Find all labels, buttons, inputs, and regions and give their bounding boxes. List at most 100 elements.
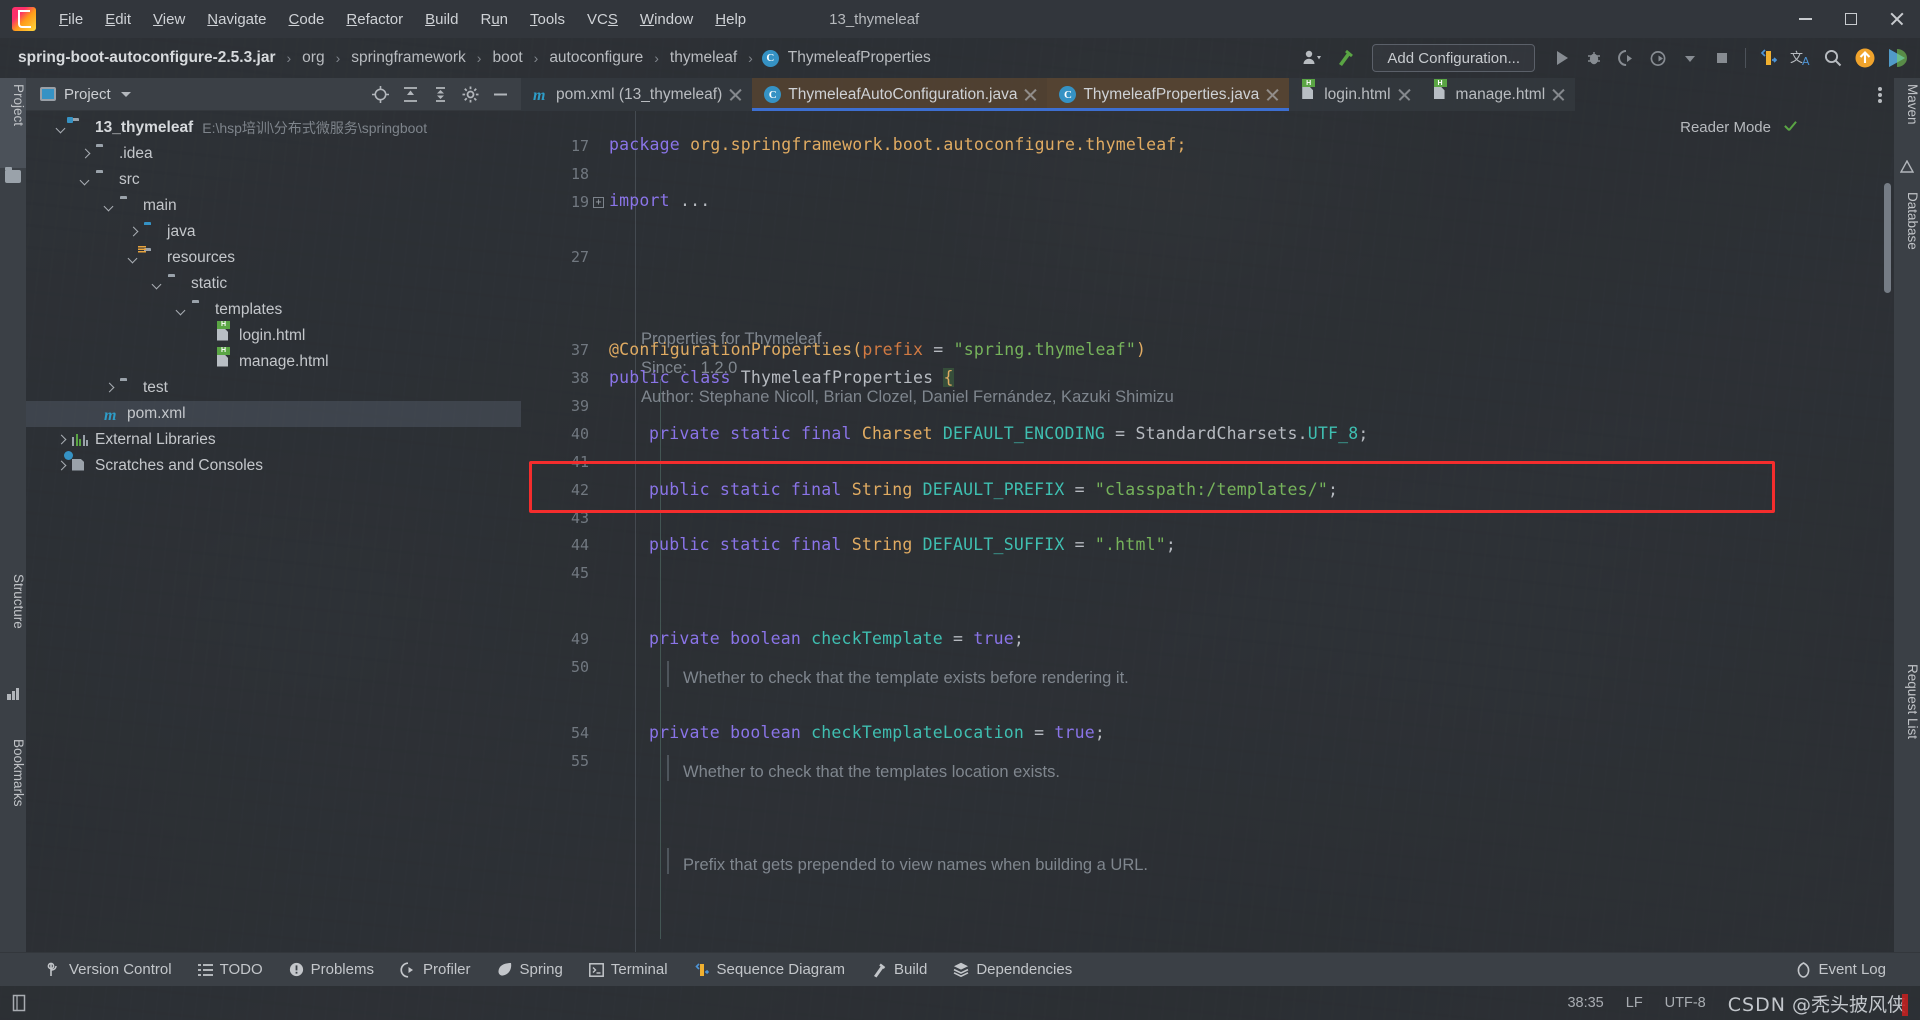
tab-close-icon[interactable] — [1266, 88, 1279, 101]
menu-vcs[interactable]: VCS — [576, 8, 629, 31]
tab-close-icon[interactable] — [729, 88, 742, 101]
menu-navigate[interactable]: Navigate — [196, 8, 277, 31]
layout-icon[interactable] — [10, 993, 28, 1013]
update-project-icon[interactable] — [1850, 43, 1880, 73]
chevron-down-icon[interactable] — [80, 175, 91, 186]
minimize-button[interactable] — [1782, 0, 1828, 38]
tree-item-idea[interactable]: .idea — [26, 141, 521, 167]
tree-item-templates[interactable]: templates — [26, 297, 521, 323]
tool-window-build[interactable]: Build — [858, 953, 940, 987]
chevron-down-icon[interactable] — [152, 279, 163, 290]
breadcrumb-item-springframework[interactable]: springframework — [349, 48, 468, 68]
tab-login-html[interactable]: H login.html — [1289, 78, 1421, 111]
tab-manage-html[interactable]: H manage.html — [1420, 78, 1576, 111]
collapse-all-icon[interactable] — [427, 81, 453, 107]
chevron-right-icon[interactable] — [104, 383, 115, 394]
editor-vertical-scrollbar[interactable] — [1884, 183, 1891, 293]
ide-feature-icon[interactable] — [1882, 43, 1912, 73]
tree-item-external-libraries[interactable]: External Libraries — [26, 427, 521, 453]
sequence-diagram-icon[interactable] — [1754, 43, 1784, 73]
add-configuration-button[interactable]: Add Configuration... — [1372, 44, 1535, 72]
tab-overflow-menu-icon[interactable] — [1866, 78, 1894, 111]
tab-close-icon[interactable] — [1024, 88, 1037, 101]
menu-code[interactable]: Code — [278, 8, 336, 31]
run-with-coverage-icon[interactable] — [1611, 43, 1641, 73]
translate-icon[interactable]: 文 A — [1786, 43, 1816, 73]
chevron-down-icon[interactable] — [128, 253, 139, 264]
menu-run[interactable]: Run — [469, 8, 519, 31]
chevron-down-icon[interactable] — [104, 201, 115, 212]
project-view-chevron-down-icon[interactable] — [120, 91, 131, 97]
tree-item-src[interactable]: src — [26, 167, 521, 193]
tab-close-icon[interactable] — [1398, 88, 1411, 101]
menu-file[interactable]: File — [48, 8, 94, 31]
code-editor[interactable]: Reader Mode 17 18 19 27 37 38 39 40 41 4… — [521, 111, 1894, 968]
tool-window-profiler[interactable]: Profiler — [387, 953, 484, 987]
settings-gear-icon[interactable] — [457, 81, 483, 107]
tree-item-static[interactable]: static — [26, 271, 521, 297]
fold-expand-icon[interactable]: + — [593, 197, 604, 208]
hide-panel-icon[interactable] — [487, 81, 513, 107]
breadcrumb-item-boot[interactable]: boot — [490, 48, 524, 68]
locate-icon[interactable] — [367, 81, 393, 107]
chevron-down-icon[interactable] — [1675, 43, 1705, 73]
maximize-button[interactable] — [1828, 0, 1874, 38]
sidebar-item-request-list[interactable]: Request List — [1894, 658, 1920, 778]
breadcrumb-item-thymeleaf[interactable]: thymeleaf — [668, 48, 739, 68]
tab-close-icon[interactable] — [1552, 88, 1565, 101]
tab-thymeleaf-properties[interactable]: C ThymeleafProperties.java — [1047, 78, 1290, 111]
tree-item-main[interactable]: main — [26, 193, 521, 219]
tab-thymeleaf-auto-configuration[interactable]: C ThymeleafAutoConfiguration.java — [752, 78, 1048, 111]
tool-window-terminal[interactable]: Terminal — [576, 953, 681, 987]
tree-item-13-thymeleaf[interactable]: 13_thymeleaf E:\hsp培训\分布式微服务\springboot — [26, 115, 521, 141]
tree-item-login-html[interactable]: H login.html — [26, 320, 521, 349]
reader-mode-indicator[interactable]: Reader Mode — [1680, 119, 1798, 136]
breadcrumb-item-jar[interactable]: spring-boot-autoconfigure-2.5.3.jar — [16, 48, 277, 68]
tree-item-test[interactable]: test — [26, 375, 521, 401]
tool-window-sequence-diagram[interactable]: Sequence Diagram — [681, 953, 858, 987]
stop-icon[interactable] — [1707, 43, 1737, 73]
breadcrumb-item-class[interactable]: ThymeleafProperties — [786, 48, 933, 68]
tool-window-spring[interactable]: Spring — [484, 953, 576, 987]
close-button[interactable] — [1874, 0, 1920, 38]
tool-window-dependencies[interactable]: Dependencies — [940, 953, 1085, 987]
sidebar-item-project[interactable]: Project — [0, 78, 26, 168]
menu-build[interactable]: Build — [414, 8, 469, 31]
tree-item-scratches-and-consoles[interactable]: Scratches and Consoles — [26, 450, 521, 479]
tree-item-resources[interactable]: resources — [26, 245, 521, 271]
editor-gutter[interactable]: 17 18 19 27 37 38 39 40 41 42 43 44 45 4… — [521, 111, 607, 968]
user-dropdown-icon[interactable] — [1298, 43, 1328, 73]
menu-help[interactable]: Help — [704, 8, 757, 31]
menu-refactor[interactable]: Refactor — [335, 8, 414, 31]
build-hammer-icon[interactable] — [1330, 43, 1360, 73]
menu-view[interactable]: View — [142, 8, 196, 31]
chevron-down-icon[interactable] — [176, 305, 187, 316]
profiler-icon[interactable] — [1643, 43, 1673, 73]
search-everywhere-icon[interactable] — [1818, 43, 1848, 73]
sidebar-item-structure[interactable]: Structure — [0, 568, 26, 683]
line-separator[interactable]: LF — [1626, 995, 1643, 1011]
sidebar-item-maven[interactable]: Maven — [1894, 78, 1920, 158]
tree-item-manage-html[interactable]: H manage.html — [26, 346, 521, 375]
breadcrumb-item-org[interactable]: org — [300, 48, 326, 68]
sidebar-item-database[interactable]: Database — [1894, 186, 1920, 284]
sidebar-item-bookmarks[interactable]: Bookmarks — [0, 733, 26, 863]
chevron-right-icon[interactable] — [80, 149, 91, 160]
caret-position[interactable]: 38:35 — [1567, 995, 1603, 1011]
menu-tools[interactable]: Tools — [519, 8, 576, 31]
tab-pom-xml[interactable]: m pom.xml (13_thymeleaf) — [521, 78, 753, 111]
chevron-down-icon[interactable] — [56, 123, 67, 134]
chevron-right-icon[interactable] — [56, 435, 67, 446]
tool-window-problems[interactable]: Problems — [276, 953, 387, 987]
run-icon[interactable] — [1547, 43, 1577, 73]
chevron-right-icon[interactable] — [128, 227, 139, 238]
tool-window-todo[interactable]: TODO — [185, 953, 276, 987]
menu-window[interactable]: Window — [629, 8, 704, 31]
chevron-right-icon[interactable] — [56, 461, 67, 472]
tree-item-pom-xml[interactable]: m pom.xml — [26, 401, 521, 427]
file-encoding[interactable]: UTF-8 — [1665, 995, 1706, 1011]
tool-window-event-log[interactable]: Event Log — [1783, 953, 1920, 987]
breadcrumb-item-autoconfigure[interactable]: autoconfigure — [547, 48, 645, 68]
tree-item-java[interactable]: java — [26, 219, 521, 245]
debug-icon[interactable] — [1579, 43, 1609, 73]
